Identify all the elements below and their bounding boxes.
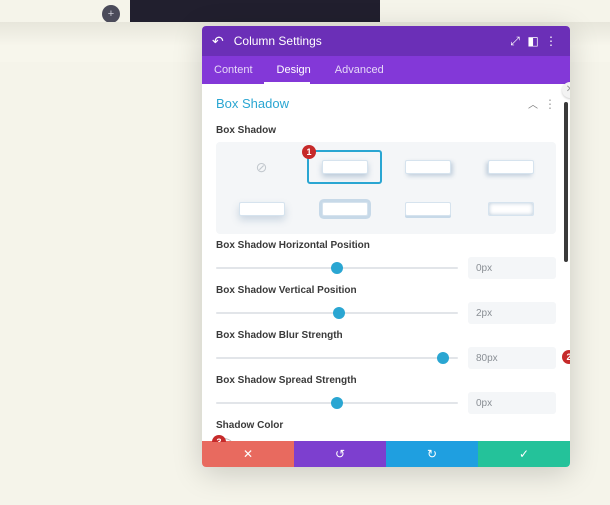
shadow-presets: ⊘ 1	[216, 142, 556, 234]
panel-body: Box Shadow ︿ ⋮ Box Shadow ⊘ 1 Box Shadow…	[202, 84, 570, 442]
h-value[interactable]: 0px	[468, 257, 556, 279]
collapse-icon[interactable]: ︿	[528, 96, 538, 111]
add-module-button[interactable]: +	[102, 5, 120, 23]
tabs: Content Design Advanced	[202, 56, 570, 84]
h-label: Box Shadow Horizontal Position	[216, 240, 556, 251]
preset-5[interactable]	[307, 192, 382, 226]
annotation-3: 3	[212, 435, 226, 442]
preset-3[interactable]	[473, 150, 548, 184]
panel-title: Column Settings	[234, 34, 322, 48]
menu-button[interactable]: ⋮	[542, 34, 560, 48]
spread-label: Box Shadow Spread Strength	[216, 375, 556, 386]
preset-2[interactable]	[390, 150, 465, 184]
save-button[interactable]: ✓	[478, 441, 570, 467]
presets-label: Box Shadow	[216, 125, 556, 136]
blur-value[interactable]: 80px	[468, 347, 556, 369]
v-slider[interactable]	[216, 304, 458, 322]
annotation-1: 1	[302, 145, 316, 159]
preset-1[interactable]: 1	[307, 150, 382, 184]
footer-actions: ✕ ↺ ↻ ✓	[202, 441, 570, 467]
h-slider[interactable]	[216, 259, 458, 277]
undo-button[interactable]: ↺	[294, 441, 386, 467]
preset-none[interactable]: ⊘	[224, 150, 299, 184]
expand-button[interactable]: ⤢	[506, 34, 524, 49]
preset-7[interactable]	[473, 192, 548, 226]
blur-label: Box Shadow Blur Strength	[216, 330, 556, 341]
page-dark-strip	[130, 0, 380, 22]
scrollbar-thumb[interactable]	[564, 102, 568, 262]
cancel-button[interactable]: ✕	[202, 441, 294, 467]
section-title[interactable]: Box Shadow	[216, 96, 289, 111]
titlebar[interactable]: ↶ Column Settings ⤢ ◧ ⋮	[202, 26, 570, 56]
back-icon[interactable]: ↶	[212, 33, 224, 50]
v-label: Box Shadow Vertical Position	[216, 285, 556, 296]
tab-advanced[interactable]: Advanced	[323, 56, 396, 84]
blur-slider[interactable]	[216, 349, 458, 367]
settings-panel: ↶ Column Settings ⤢ ◧ ⋮ Content Design A…	[202, 26, 570, 467]
ban-icon: ⊘	[256, 159, 268, 176]
section-menu-icon[interactable]: ⋮	[544, 97, 556, 111]
color-label: Shadow Color	[216, 420, 556, 431]
spread-value[interactable]: 0px	[468, 392, 556, 414]
tab-content[interactable]: Content	[202, 56, 265, 84]
v-value[interactable]: 2px	[468, 302, 556, 324]
preset-4[interactable]	[224, 192, 299, 226]
dock-button[interactable]: ◧	[524, 34, 542, 48]
redo-button[interactable]: ↻	[386, 441, 478, 467]
preset-6[interactable]	[390, 192, 465, 226]
annotation-2: 2	[562, 350, 570, 364]
tab-design[interactable]: Design	[265, 56, 323, 84]
spread-slider[interactable]	[216, 394, 458, 412]
